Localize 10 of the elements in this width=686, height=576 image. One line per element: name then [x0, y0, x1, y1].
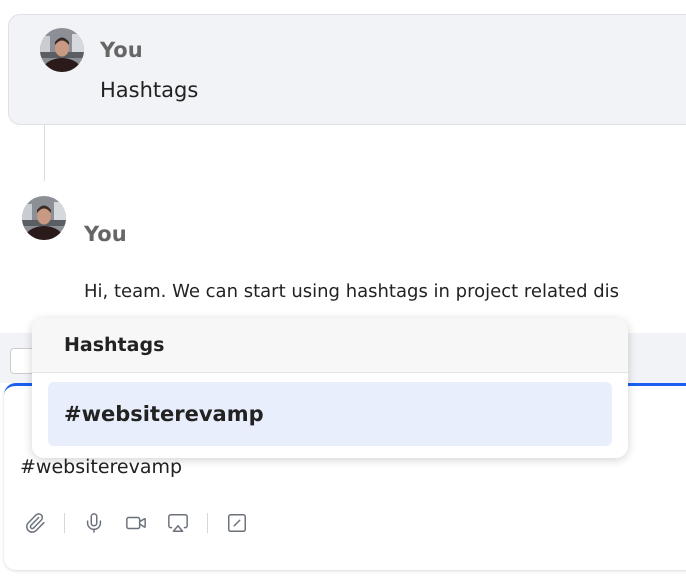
- slash-command-icon[interactable]: [226, 512, 248, 534]
- composer-text[interactable]: #websiterevamp: [20, 456, 686, 496]
- author-name: You: [84, 222, 128, 246]
- screen-share-icon[interactable]: [167, 512, 189, 534]
- author-name: You: [100, 38, 144, 62]
- message-text: Hashtags: [100, 78, 200, 102]
- message-text: Hi, team. We can start using hashtags in project related dis: [84, 281, 620, 304]
- hashtag-option[interactable]: #websiterevamp: [48, 382, 612, 446]
- popup-title: Hashtags: [64, 334, 164, 356]
- paperclip-icon[interactable]: [24, 512, 46, 534]
